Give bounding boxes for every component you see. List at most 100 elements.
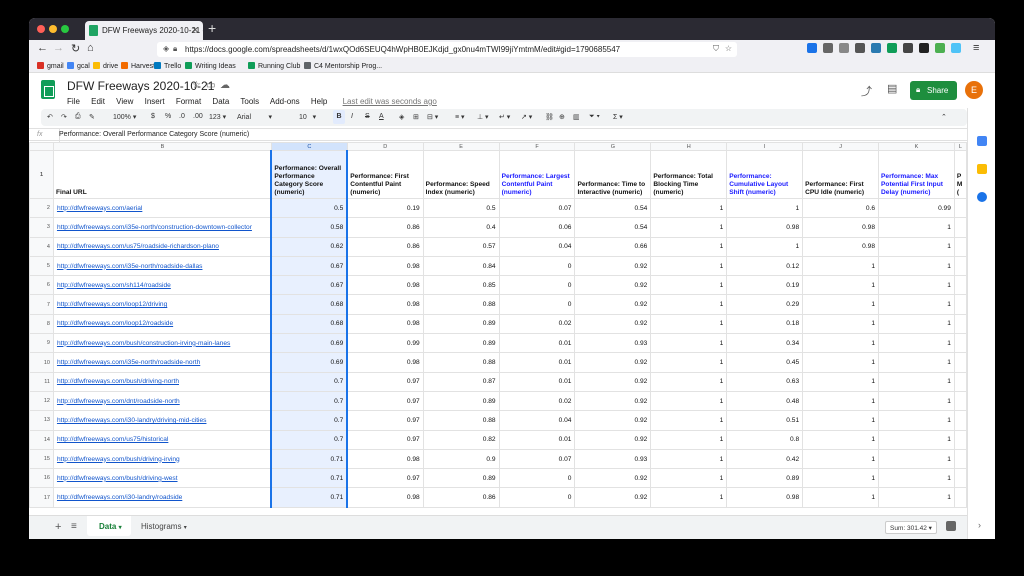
value-cell[interactable]: 0	[498, 468, 576, 489]
value-cell[interactable]: 0.19	[726, 275, 804, 296]
add-sheet-icon[interactable]: +	[55, 521, 61, 533]
sum-indicator[interactable]: Sum: 301.42 ▾	[885, 521, 937, 534]
value-cell[interactable]: 0.85	[422, 275, 500, 296]
value-cell[interactable]: 1	[650, 468, 728, 489]
header-cell[interactable]: Performance: Largest Contentful Paint (n…	[498, 150, 576, 199]
header-cell[interactable]: P M (	[953, 150, 967, 199]
value-cell[interactable]: 0.6	[802, 197, 880, 219]
row-number[interactable]: 5	[29, 255, 54, 277]
text-wrap-icon[interactable]: ↵ ▾	[499, 113, 510, 121]
value-cell[interactable]: 0.92	[574, 371, 652, 392]
collapse-toolbar-icon[interactable]: ⌃	[941, 113, 947, 121]
undo-icon[interactable]: ↶	[47, 113, 53, 121]
menu-insert[interactable]: Insert	[145, 97, 165, 106]
row-number[interactable]: 4	[29, 236, 54, 257]
value-cell[interactable]: 1	[726, 197, 804, 219]
header-cell[interactable]: Final URL	[52, 150, 272, 199]
value-cell[interactable]: 0.97	[346, 371, 424, 392]
row-number[interactable]: 11	[29, 371, 54, 392]
value-cell[interactable]: 0.92	[574, 468, 652, 489]
menu-icon[interactable]: ≡	[973, 42, 979, 54]
downloads-icon[interactable]	[807, 43, 817, 53]
value-cell[interactable]: 1	[878, 217, 955, 238]
row-number[interactable]: 6	[29, 275, 54, 296]
value-cell[interactable]: 0.92	[574, 390, 652, 412]
bookmark-gcal[interactable]: gcal	[67, 62, 90, 70]
value-cell[interactable]: 1	[878, 429, 955, 450]
row-number[interactable]: 15	[29, 448, 54, 470]
value-cell[interactable]: 0.98	[346, 294, 424, 315]
url-cell[interactable]: http://dfwfreeways.com/i35e-north/roadsi…	[52, 255, 272, 277]
value-cell[interactable]: 0	[498, 255, 576, 277]
value-cell[interactable]: 0.89	[422, 468, 500, 489]
value-cell[interactable]: 1	[650, 217, 728, 238]
row-number[interactable]: 14	[29, 429, 54, 450]
url-cell[interactable]: http://dfwfreeways.com/bush/driving-nort…	[52, 371, 272, 392]
value-cell[interactable]: 0.98	[802, 236, 880, 257]
value-cell[interactable]	[953, 255, 967, 277]
value-cell[interactable]: 0.66	[574, 236, 652, 257]
value-cell[interactable]: 0.5	[270, 197, 349, 219]
value-cell[interactable]: 1	[650, 333, 728, 354]
value-cell[interactable]: 0.02	[498, 390, 576, 412]
extension-icon[interactable]	[935, 43, 945, 53]
screenshot-icon[interactable]	[871, 43, 881, 53]
comments-icon[interactable]: ▤	[887, 82, 897, 95]
value-cell[interactable]: 0.98	[726, 217, 804, 238]
url-cell[interactable]: http://dfwfreeways.com/i35e-north/constr…	[52, 217, 272, 238]
value-cell[interactable]	[953, 236, 967, 257]
header-cell[interactable]: Performance: Time to Interactive (numeri…	[574, 150, 652, 199]
value-cell[interactable]	[953, 410, 967, 431]
value-cell[interactable]: 1	[878, 410, 955, 431]
value-cell[interactable]: 1	[878, 390, 955, 412]
value-cell[interactable]: 0.45	[726, 352, 804, 373]
value-cell[interactable]: 0.48	[726, 390, 804, 412]
value-cell[interactable]: 0.67	[270, 275, 349, 296]
shield-icon[interactable]: ◈	[163, 44, 169, 53]
star-icon[interactable]: ☆	[192, 80, 201, 91]
menu-format[interactable]: Format	[176, 97, 201, 106]
bookmark-drive[interactable]: drive	[93, 62, 118, 70]
sheet-tab-histograms[interactable]: Histograms ▾	[141, 522, 187, 531]
sheet-tab-data[interactable]: Data ▾	[87, 516, 131, 536]
value-cell[interactable]: 0.87	[422, 371, 500, 392]
column-header[interactable]: C	[270, 142, 348, 151]
value-cell[interactable]	[953, 352, 967, 373]
value-cell[interactable]: 0	[498, 487, 576, 508]
value-cell[interactable]: 0.58	[270, 217, 349, 238]
calendar-icon[interactable]	[977, 136, 987, 146]
value-cell[interactable]: 0.34	[726, 333, 804, 354]
value-cell[interactable]: 0.7	[270, 429, 349, 450]
value-cell[interactable]: 1	[802, 390, 880, 412]
value-cell[interactable]: 0.7	[270, 371, 349, 392]
value-cell[interactable]: 0.68	[270, 294, 349, 315]
menu-tools[interactable]: Tools	[240, 97, 259, 106]
evernote-icon[interactable]	[887, 43, 897, 53]
header-cell[interactable]: Performance: Cumulative Layout Shift (nu…	[726, 150, 804, 199]
value-cell[interactable]: 0.01	[498, 352, 576, 373]
bold-button[interactable]: B	[333, 110, 345, 124]
lock-icon[interactable]: 🔒︎	[173, 44, 177, 54]
menu-edit[interactable]: Edit	[91, 97, 105, 106]
value-cell[interactable]	[953, 333, 967, 354]
value-cell[interactable]: 0.67	[270, 255, 349, 277]
value-cell[interactable]: 0.89	[422, 390, 500, 412]
row-number[interactable]: 17	[29, 487, 54, 508]
value-cell[interactable]: 1	[878, 313, 955, 335]
value-cell[interactable]: 1	[802, 333, 880, 354]
address-bar[interactable]: ◈ 🔒︎ https://docs.google.com/spreadsheet…	[157, 42, 737, 57]
url-cell[interactable]: http://dfwfreeways.com/loop12/roadside	[52, 313, 272, 335]
maximize-window-dot[interactable]	[61, 25, 69, 33]
value-cell[interactable]: 0.63	[726, 371, 804, 392]
move-folder-icon[interactable]: ▭	[206, 80, 215, 91]
value-cell[interactable]: 0.57	[422, 236, 500, 257]
column-header[interactable]: F	[498, 142, 576, 151]
value-cell[interactable]	[953, 429, 967, 450]
zoom-select[interactable]: 100% ▾	[113, 113, 136, 121]
value-cell[interactable]: 0.82	[422, 429, 500, 450]
value-cell[interactable]: 0.06	[498, 217, 576, 238]
bookmark-writing-ideas[interactable]: Writing Ideas	[185, 62, 236, 70]
value-cell[interactable]: 1	[802, 294, 880, 315]
value-cell[interactable]	[953, 371, 967, 392]
value-cell[interactable]: 0.02	[498, 313, 576, 335]
